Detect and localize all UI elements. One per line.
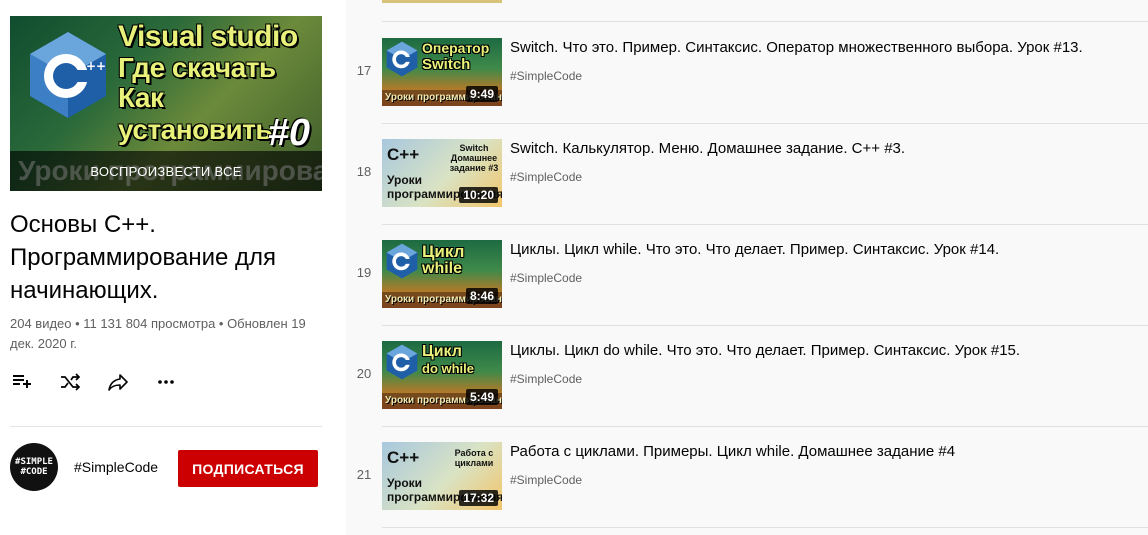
video-title[interactable]: Switch. Что это. Пример. Синтаксис. Опер…	[510, 39, 1083, 56]
thumbnail-topic-text: Работа с циклами	[454, 448, 494, 468]
video-channel[interactable]: #SimpleCode	[510, 372, 582, 386]
more-actions-button[interactable]	[154, 370, 178, 394]
avatar-line-1: #SIMPLE	[15, 457, 53, 467]
video-index: 20	[356, 366, 372, 381]
thumbnail-cpp-text: C++	[387, 448, 420, 467]
video-duration: 9:49	[465, 86, 498, 102]
subscribe-button[interactable]: ПОДПИСАТЬСЯ	[178, 450, 318, 487]
thumbnail-topic-text: Switch Домашнее задание #3	[449, 143, 499, 173]
video-row[interactable]: 20 Цикл do while Уроки программирования …	[346, 325, 1148, 426]
playlist-sidebar: ++ Visual studio Где скачать Как установ…	[0, 0, 346, 535]
video-row[interactable]: 19 Цикл while Уроки программирования 8:4…	[346, 224, 1148, 325]
video-channel[interactable]: #SimpleCode	[510, 170, 582, 184]
video-channel[interactable]: #SimpleCode	[510, 69, 582, 83]
share-icon	[108, 374, 128, 391]
video-title[interactable]: Работа с циклами. Примеры. Цикл while. Д…	[510, 443, 955, 460]
playlist-title[interactable]: Основы C++. Программирование для начинаю…	[10, 208, 330, 307]
video-index: 19	[356, 265, 372, 280]
video-duration: 17:32	[459, 490, 498, 506]
play-all-overlay[interactable]: Уроки программирования ВОСПРОИЗВЕСТИ ВСЕ	[10, 151, 322, 191]
thumbnail-text-1: Цикл	[422, 242, 465, 261]
cpp-logo-icon	[386, 41, 418, 77]
video-thumbnail[interactable]: Цикл do while Уроки программирования 5:4…	[382, 341, 502, 409]
more-icon	[158, 380, 174, 384]
playlist-add-icon	[13, 375, 31, 388]
thumbnail-cpp-text: C++	[387, 145, 420, 164]
video-thumbnail[interactable]: Оператор Switch Уроки программирования 9…	[382, 38, 502, 106]
video-title[interactable]: Циклы. Цикл do while. Что это. Что делае…	[510, 342, 1020, 359]
thumbnail-text-1: Оператор	[422, 40, 490, 56]
channel-name[interactable]: #SimpleCode	[74, 459, 158, 475]
svg-text:++: ++	[86, 59, 106, 73]
save-playlist-button[interactable]	[10, 370, 34, 394]
shuffle-button[interactable]	[58, 370, 82, 394]
video-index: 21	[356, 467, 372, 482]
playlist-stats: 204 видео • 11 131 804 просмотра • Обнов…	[10, 316, 306, 351]
video-list: 17 Оператор Switch Уроки программировани…	[346, 0, 1148, 535]
thumbnail-text-2: do while	[422, 361, 474, 376]
video-row[interactable]: 17 Оператор Switch Уроки программировани…	[346, 22, 1148, 123]
thumbnail-text-2: while	[422, 260, 463, 277]
video-thumbnail[interactable]: C++ Уроки программирования Работа с цикл…	[382, 442, 502, 510]
playlist-thumbnail[interactable]: ++ Visual studio Где скачать Как установ…	[10, 16, 322, 191]
sidebar-divider	[10, 426, 322, 427]
channel-avatar[interactable]: #SIMPLE #CODE	[10, 443, 58, 491]
avatar-line-2: #CODE	[20, 467, 48, 477]
shuffle-icon	[61, 373, 81, 391]
share-button[interactable]	[106, 370, 130, 394]
video-duration: 8:46	[465, 288, 498, 304]
hero-line-1: Visual studio	[118, 20, 298, 53]
video-title[interactable]: Циклы. Цикл while. Что это. Что делает. …	[510, 241, 999, 258]
cpp-logo-icon: ++	[30, 32, 106, 118]
video-index: 18	[356, 164, 372, 179]
video-index: 17	[356, 63, 372, 78]
hero-number: #0	[267, 112, 310, 154]
video-row[interactable]: 18 C++ Уроки программирования Switch Дом…	[346, 123, 1148, 224]
thumbnail-text-1: Цикл	[422, 343, 462, 360]
cpp-logo-icon	[386, 344, 418, 380]
video-duration: 10:20	[459, 187, 498, 203]
video-row[interactable]: 21 C++ Уроки программирования Работа с ц…	[346, 426, 1148, 527]
video-channel[interactable]: #SimpleCode	[510, 473, 582, 487]
video-thumbnail[interactable]: Цикл while Уроки программирования 8:46	[382, 240, 502, 308]
play-all-button[interactable]: ВОСПРОИЗВЕСТИ ВСЕ	[10, 164, 322, 179]
hero-line-2: Где скачать	[118, 52, 276, 83]
video-title[interactable]: Switch. Калькулятор. Меню. Домашнее зада…	[510, 140, 905, 157]
row-divider	[382, 527, 1148, 528]
video-channel[interactable]: #SimpleCode	[510, 271, 582, 285]
previous-thumbnail-edge	[382, 0, 502, 3]
cpp-logo-icon	[386, 243, 418, 279]
video-thumbnail[interactable]: C++ Уроки программирования Switch Домашн…	[382, 139, 502, 207]
thumbnail-text-2: Switch	[422, 56, 471, 73]
video-duration: 5:49	[465, 389, 498, 405]
